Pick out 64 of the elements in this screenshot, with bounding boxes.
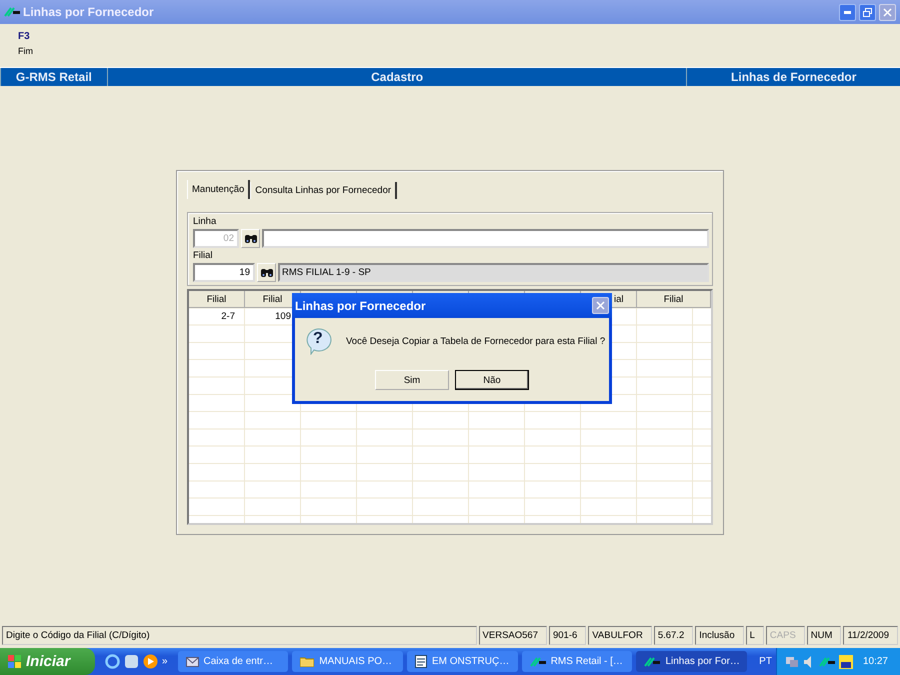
description-field: RMS FILIAL 1-9 - SP [278, 263, 709, 282]
clock: 10:27 [862, 656, 888, 667]
status-field: VERSAO567 [478, 626, 547, 645]
taskbar-button[interactable]: EM ONSTRUÇ… [406, 651, 518, 672]
field-label: Filial [193, 250, 214, 261]
dialog-button[interactable]: Sim [375, 370, 449, 390]
app-icon[interactable] [124, 654, 139, 669]
folder-icon [300, 656, 314, 667]
close-icon [596, 301, 605, 310]
field-label: Linha [193, 216, 218, 227]
close-button[interactable] [592, 297, 609, 314]
app-logo-icon [4, 7, 20, 17]
envelope-icon [186, 656, 198, 667]
app-logo-icon [530, 656, 546, 666]
app-logo-icon[interactable] [818, 656, 835, 666]
binoculars-icon [260, 267, 274, 278]
code-field[interactable]: 19 [193, 263, 255, 282]
status-field: Inclusão [695, 626, 744, 645]
window-title: Linhas por Fornecedor [23, 5, 155, 19]
table-cell-text: 109 [274, 310, 292, 324]
tab[interactable]: Manutenção [187, 180, 250, 199]
search-button[interactable] [257, 263, 276, 282]
status-field: CAPS [766, 626, 805, 645]
browser-icon[interactable] [104, 654, 120, 669]
tab[interactable]: Consulta Linhas por Fornecedor [250, 182, 398, 199]
menu-item[interactable]: Fim [18, 46, 900, 56]
status-field: Digite o Código da Filial (C/Dígito) [2, 626, 477, 645]
minimize-button[interactable] [839, 4, 856, 20]
search-button[interactable] [241, 229, 260, 248]
table-cell-text: 2-7 [220, 310, 236, 324]
header-title: Linhas de Fornecedor [686, 68, 900, 86]
status-field: VABULFOR [588, 626, 652, 645]
question-mark: ? [313, 330, 323, 348]
header-title: G-RMS Retail [0, 68, 107, 86]
minimize-icon [844, 10, 851, 14]
column-header: Filial [189, 291, 245, 308]
header-title: Cadastro [106, 68, 686, 86]
restore-icon [863, 8, 872, 16]
taskbar-button[interactable]: MANUAIS PO… [292, 651, 403, 672]
windows-logo-icon [8, 654, 22, 668]
speech-bubble-icon [304, 327, 332, 355]
language-indicator[interactable]: PT [759, 656, 772, 667]
dialog-message: Você Deseja Copiar a Tabela de Fornecedor para esta Filial ? [346, 336, 606, 346]
shortcut-key: F3 [18, 31, 900, 42]
overflow-chevron[interactable]: » [162, 656, 168, 667]
status-field: NUM [806, 626, 842, 645]
status-field: L [746, 626, 764, 645]
status-field: 901-6 [548, 626, 586, 645]
taskbar-button[interactable]: Linhas por For… [636, 651, 748, 672]
restore-button[interactable] [859, 4, 876, 20]
document-icon [414, 655, 427, 668]
close-icon [883, 8, 892, 16]
column-header: Filial [637, 291, 711, 308]
media-player-icon[interactable] [142, 654, 158, 669]
taskbar-button[interactable]: Caixa de entr… [178, 651, 288, 672]
status-field: 11/2/2009 [843, 626, 898, 645]
app-logo-icon [644, 656, 660, 666]
taskbar-button[interactable]: RMS Retail - [… [522, 651, 632, 672]
tray-app-icon[interactable] [838, 654, 853, 668]
start-button[interactable]: Iniciar [0, 648, 95, 675]
status-field: 5.67.2 [654, 626, 694, 645]
dialog-button[interactable]: Não [455, 370, 529, 390]
close-button[interactable] [879, 4, 896, 20]
binoculars-icon [244, 233, 258, 244]
